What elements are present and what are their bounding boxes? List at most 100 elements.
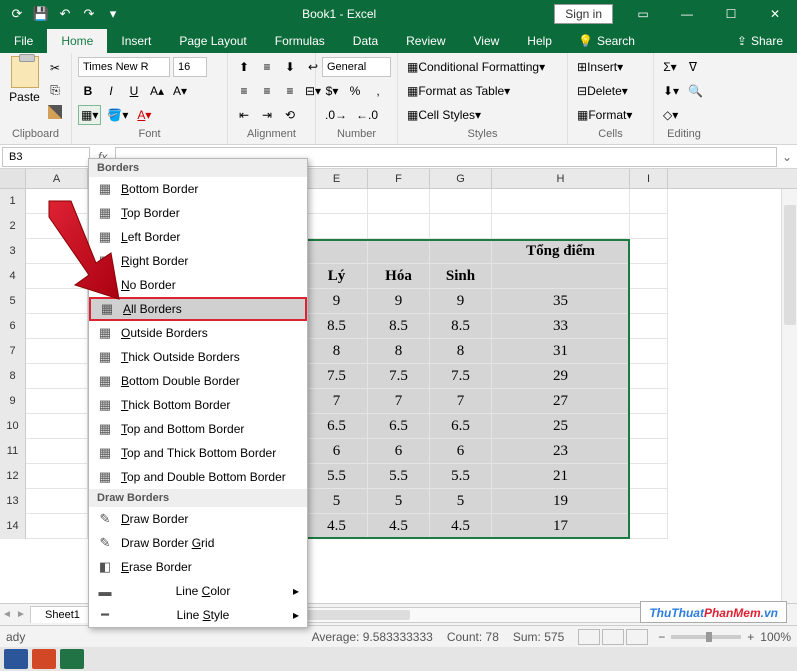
tell-me-search[interactable]: 💡 Search — [570, 29, 643, 53]
cell[interactable]: 27 — [492, 389, 630, 414]
cell[interactable]: 7.5 — [368, 364, 430, 389]
cell[interactable]: 5 — [306, 489, 368, 514]
sheet-tab[interactable]: Sheet1 — [30, 606, 95, 623]
cell[interactable]: 8.5 — [368, 314, 430, 339]
cell[interactable] — [492, 214, 630, 239]
page-layout-view-button[interactable] — [602, 629, 624, 645]
cell[interactable]: 5.5 — [430, 464, 492, 489]
cell[interactable] — [630, 489, 668, 514]
zoom-level[interactable]: 100% — [760, 630, 791, 644]
cell[interactable] — [630, 289, 668, 314]
tab-formulas[interactable]: Formulas — [261, 29, 339, 53]
cell[interactable]: 6 — [368, 439, 430, 464]
cell[interactable] — [430, 214, 492, 239]
cell[interactable]: Sinh — [430, 264, 492, 289]
cell[interactable]: 8.5 — [430, 314, 492, 339]
column-header[interactable]: E — [306, 169, 368, 188]
cell[interactable] — [26, 514, 88, 539]
ribbon-options-icon[interactable]: ▭ — [621, 0, 665, 28]
normal-view-button[interactable] — [578, 629, 600, 645]
accounting-format-button[interactable]: $▾ — [322, 81, 342, 101]
column-header[interactable]: G — [430, 169, 492, 188]
border-option-th[interactable]: ▦Thick Outside Borders — [89, 345, 307, 369]
increase-font-button[interactable]: A▴ — [147, 81, 167, 101]
zoom-out-button[interactable]: − — [658, 630, 665, 644]
number-format-select[interactable]: General — [322, 57, 391, 77]
excel-app-icon[interactable] — [60, 649, 84, 669]
cell[interactable]: 21 — [492, 464, 630, 489]
cell[interactable] — [26, 339, 88, 364]
save-icon[interactable]: 💾 — [30, 3, 52, 25]
clear-button[interactable]: ◇▾ — [660, 105, 681, 125]
underline-button[interactable]: U — [124, 81, 144, 101]
row-header[interactable]: 11 — [0, 439, 26, 464]
cell[interactable]: 8 — [368, 339, 430, 364]
border-option-tb[interactable]: ▦Thick Bottom Border — [89, 393, 307, 417]
cell[interactable]: 7.5 — [306, 364, 368, 389]
cell[interactable] — [26, 439, 88, 464]
cut-button[interactable]: ✂ — [45, 58, 65, 78]
vertical-scrollbar[interactable] — [781, 189, 797, 603]
copy-button[interactable]: ⎘ — [45, 80, 65, 100]
cell[interactable]: 23 — [492, 439, 630, 464]
zoom-slider[interactable] — [671, 635, 741, 639]
paste-button[interactable]: Paste — [6, 56, 43, 104]
cell[interactable]: 5 — [368, 489, 430, 514]
sheet-nav-next-icon[interactable]: ► — [14, 609, 28, 620]
row-header[interactable]: 9 — [0, 389, 26, 414]
cell[interactable] — [630, 214, 668, 239]
border-option-o[interactable]: ▦Outside Borders — [89, 321, 307, 345]
cell[interactable] — [630, 264, 668, 289]
comma-format-button[interactable]: , — [368, 81, 388, 101]
cell[interactable]: 19 — [492, 489, 630, 514]
minimize-icon[interactable]: — — [665, 0, 709, 28]
cell[interactable] — [26, 389, 88, 414]
draw-border-option[interactable]: ▬Line Color▸ — [89, 579, 307, 603]
row-header[interactable]: 7 — [0, 339, 26, 364]
cell[interactable] — [368, 189, 430, 214]
zoom-in-button[interactable]: + — [747, 630, 754, 644]
cell[interactable] — [26, 414, 88, 439]
cell[interactable]: 9 — [430, 289, 492, 314]
italic-button[interactable]: I — [101, 81, 121, 101]
cell[interactable]: 6 — [430, 439, 492, 464]
cell[interactable]: 9 — [368, 289, 430, 314]
row-header[interactable]: 10 — [0, 414, 26, 439]
name-box[interactable]: B3 — [2, 147, 90, 167]
cell[interactable]: 17 — [492, 514, 630, 539]
cell[interactable] — [630, 189, 668, 214]
tab-view[interactable]: View — [460, 29, 514, 53]
cell[interactable]: 25 — [492, 414, 630, 439]
tab-file[interactable]: File — [0, 29, 47, 53]
row-header[interactable]: 2 — [0, 214, 26, 239]
row-header[interactable]: 14 — [0, 514, 26, 539]
align-center-button[interactable]: ≡ — [257, 81, 277, 101]
cell[interactable]: 9 — [306, 289, 368, 314]
tab-home[interactable]: Home — [47, 29, 107, 53]
cell[interactable]: 33 — [492, 314, 630, 339]
cell[interactable] — [630, 464, 668, 489]
tab-help[interactable]: Help — [513, 29, 566, 53]
orientation-button[interactable]: ⟲ — [280, 105, 300, 125]
border-option-tbb[interactable]: ▦Top and Bottom Border — [89, 417, 307, 441]
align-middle-button[interactable]: ≡ — [257, 57, 277, 77]
autosum-button[interactable]: Σ▾ — [660, 57, 680, 77]
cell[interactable]: 7 — [306, 389, 368, 414]
cell[interactable]: 4.5 — [430, 514, 492, 539]
borders-button[interactable]: ▦▾ — [78, 105, 101, 125]
column-header[interactable]: F — [368, 169, 430, 188]
cell[interactable]: 6.5 — [368, 414, 430, 439]
cell[interactable] — [430, 239, 492, 264]
page-break-view-button[interactable] — [626, 629, 648, 645]
cell[interactable]: 4.5 — [306, 514, 368, 539]
cell[interactable] — [26, 489, 88, 514]
cell[interactable]: 8 — [430, 339, 492, 364]
column-header[interactable]: H — [492, 169, 630, 188]
redo-icon[interactable]: ↷ — [78, 3, 100, 25]
cell[interactable]: Tổng điểm — [492, 239, 630, 264]
cell[interactable]: 8.5 — [306, 314, 368, 339]
word-app-icon[interactable] — [4, 649, 28, 669]
align-left-button[interactable]: ≡ — [234, 81, 254, 101]
sort-filter-button[interactable]: ᐁ — [683, 57, 703, 77]
cell[interactable]: 29 — [492, 364, 630, 389]
